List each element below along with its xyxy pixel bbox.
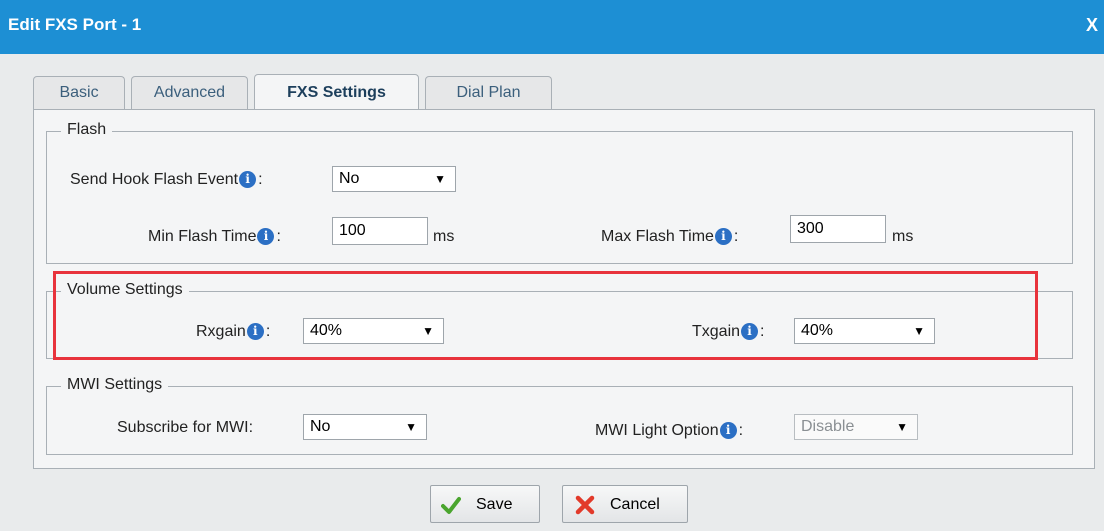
chevron-down-icon: ▼	[896, 420, 908, 434]
send-hook-flash-event-select[interactable]: No ▼	[332, 166, 456, 192]
chevron-down-icon: ▼	[405, 420, 417, 434]
highlight-box	[53, 271, 1038, 360]
min-flash-time-label-text: Min Flash Time	[148, 228, 257, 245]
send-hook-flash-event-value: No	[339, 170, 360, 187]
info-icon[interactable]: i	[257, 228, 275, 245]
subscribe-for-mwi-select[interactable]: No ▼	[303, 414, 427, 440]
cancel-button-label: Cancel	[610, 496, 660, 513]
tab-fxs-settings[interactable]: FXS Settings	[254, 74, 419, 111]
tab-dial-plan[interactable]: Dial Plan	[425, 76, 552, 110]
flash-legend: Flash	[61, 121, 113, 139]
chevron-down-icon: ▼	[434, 172, 446, 186]
tab-basic[interactable]: Basic	[33, 76, 125, 110]
min-flash-time-label: Min Flash Time i:	[148, 228, 281, 245]
send-hook-flash-event-label: Send Hook Flash Event i:	[70, 171, 263, 188]
max-flash-time-label-text: Max Flash Time	[601, 228, 714, 245]
edit-fxs-port-dialog: Edit FXS Port - 1 X Basic Advanced FXS S…	[0, 0, 1104, 531]
min-flash-time-input[interactable]: 100	[332, 217, 428, 245]
send-hook-flash-event-label-text: Send Hook Flash Event	[70, 171, 239, 188]
mwi-light-option-label: MWI Light Option i:	[595, 422, 744, 439]
dialog-titlebar: Edit FXS Port - 1 X	[0, 0, 1104, 54]
max-flash-time-unit: ms	[892, 228, 914, 245]
max-flash-time-input[interactable]: 300	[790, 215, 886, 243]
info-icon[interactable]: i	[239, 171, 257, 188]
mwi-light-option-select[interactable]: Disable ▼	[794, 414, 918, 440]
cancel-x-icon	[575, 495, 595, 515]
checkmark-icon	[441, 497, 461, 514]
subscribe-for-mwi-label: Subscribe for MWI:	[117, 419, 254, 436]
min-flash-time-unit: ms	[433, 228, 455, 245]
info-icon[interactable]: i	[719, 422, 737, 439]
mwi-light-option-label-text: MWI Light Option	[595, 422, 719, 439]
tab-advanced[interactable]: Advanced	[131, 76, 248, 110]
cancel-button[interactable]: Cancel	[562, 485, 688, 523]
info-icon[interactable]: i	[714, 228, 732, 245]
close-icon[interactable]: X	[1086, 15, 1098, 36]
max-flash-time-label: Max Flash Time i:	[601, 228, 739, 245]
dialog-title: Edit FXS Port - 1	[8, 15, 142, 34]
save-button-label: Save	[476, 496, 513, 513]
mwi-settings-legend: MWI Settings	[61, 376, 169, 394]
subscribe-for-mwi-value: No	[310, 418, 331, 435]
mwi-light-option-value: Disable	[801, 418, 855, 435]
save-button[interactable]: Save	[430, 485, 540, 523]
